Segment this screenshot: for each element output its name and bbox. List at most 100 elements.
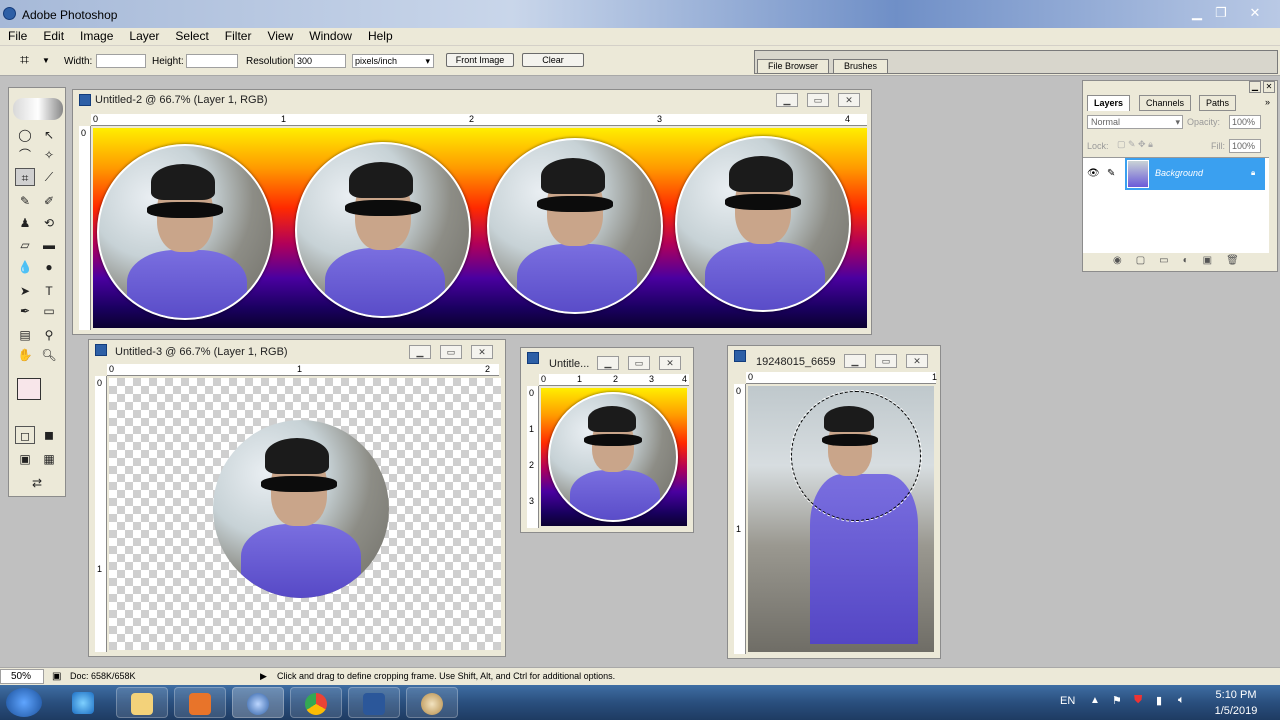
document-canvas[interactable] bbox=[541, 388, 687, 526]
doc-title-bar[interactable]: Untitled-3 @ 66.7% (Layer 1, RGB) ▁ ▭ ✕ bbox=[89, 340, 505, 360]
standard-mode-icon[interactable]: ◻ bbox=[15, 426, 35, 444]
brush-link-icon[interactable]: ✎ bbox=[1107, 168, 1115, 179]
foreground-color-swatch[interactable] bbox=[17, 378, 41, 400]
minimize-icon[interactable]: ▁ bbox=[1186, 6, 1208, 22]
width-field[interactable] bbox=[96, 54, 146, 68]
menu-view[interactable]: View bbox=[259, 29, 301, 43]
menu-edit[interactable]: Edit bbox=[35, 29, 72, 43]
dodge-icon[interactable]: ● bbox=[39, 258, 59, 276]
type-icon[interactable]: T bbox=[39, 282, 59, 300]
history-brush-icon[interactable]: ⟲ bbox=[39, 214, 59, 232]
doc-title-bar[interactable]: 19248015_6659... ▁ ▭ ✕ bbox=[728, 346, 940, 368]
document-canvas[interactable] bbox=[93, 128, 867, 328]
security-warning-icon[interactable]: ⛊ bbox=[1134, 694, 1142, 707]
doc-maximize-button[interactable]: ▭ bbox=[807, 93, 829, 107]
tab-channels[interactable]: Channels bbox=[1139, 95, 1192, 111]
doc-window-photo[interactable]: 19248015_6659... ▁ ▭ ✕ 0 1 0 1 bbox=[727, 345, 941, 659]
menu-window[interactable]: Window bbox=[301, 29, 360, 43]
taskbar-explorer[interactable] bbox=[116, 687, 168, 718]
clear-button[interactable]: Clear bbox=[522, 53, 584, 67]
clone-stamp-icon[interactable]: ♟ bbox=[15, 214, 35, 232]
doc-maximize-button[interactable]: ▭ bbox=[875, 354, 897, 368]
menu-filter[interactable]: Filter bbox=[217, 29, 260, 43]
tab-file-browser[interactable]: File Browser bbox=[757, 59, 830, 74]
pen-icon[interactable]: ✒ bbox=[15, 302, 35, 320]
notes-icon[interactable]: ▤ bbox=[15, 326, 35, 344]
gradient-icon[interactable]: ▬ bbox=[39, 236, 59, 254]
doc-close-button[interactable]: ✕ bbox=[838, 93, 860, 107]
document-canvas[interactable] bbox=[748, 386, 934, 652]
document-canvas[interactable] bbox=[109, 378, 501, 650]
volume-icon[interactable]: 🔈︎ bbox=[1178, 694, 1185, 707]
tab-layers[interactable]: Layers bbox=[1087, 95, 1131, 111]
screen-mode-full-icon[interactable]: ▦ bbox=[39, 450, 59, 468]
elliptical-selection-marquee[interactable] bbox=[790, 390, 922, 522]
blend-mode-select[interactable]: Normal ▾ bbox=[1087, 115, 1183, 129]
front-image-button[interactable]: Front Image bbox=[446, 53, 514, 67]
taskbar-chrome[interactable] bbox=[290, 687, 342, 718]
opacity-field[interactable]: 100% bbox=[1229, 115, 1261, 129]
palette-minimize-button[interactable]: ▁ bbox=[1249, 81, 1261, 93]
move-icon[interactable]: ↖ bbox=[39, 126, 59, 144]
doc-minimize-button[interactable]: ▁ bbox=[776, 93, 798, 107]
doc-minimize-button[interactable]: ▁ bbox=[597, 356, 619, 370]
palette-menu-icon[interactable]: » bbox=[1265, 97, 1270, 107]
brush-icon[interactable]: ✐ bbox=[39, 192, 59, 210]
start-button[interactable] bbox=[6, 688, 42, 717]
eraser-icon[interactable]: ▱ bbox=[15, 236, 35, 254]
doc-close-button[interactable]: ✕ bbox=[659, 356, 681, 370]
doc-close-button[interactable]: ✕ bbox=[906, 354, 928, 368]
tab-brushes[interactable]: Brushes bbox=[833, 59, 889, 74]
resolution-field[interactable]: 300 bbox=[294, 54, 346, 68]
menu-select[interactable]: Select bbox=[167, 29, 216, 43]
menu-image[interactable]: Image bbox=[72, 29, 121, 43]
language-indicator[interactable]: EN bbox=[1060, 695, 1075, 707]
menu-help[interactable]: Help bbox=[360, 29, 401, 43]
lasso-icon[interactable]: ⌒ bbox=[15, 146, 35, 164]
doc-maximize-button[interactable]: ▭ bbox=[628, 356, 650, 370]
taskbar-paint[interactable] bbox=[406, 687, 458, 718]
taskbar-photoshop[interactable] bbox=[232, 687, 284, 718]
layer-actions-bar[interactable]: ◉▢▭◐▣🗑︎ bbox=[1083, 255, 1275, 271]
menu-file[interactable]: File bbox=[0, 29, 35, 43]
network-icon[interactable]: ▮ bbox=[1156, 694, 1162, 707]
doc-close-button[interactable]: ✕ bbox=[471, 345, 493, 359]
slice-icon[interactable]: ⟋ bbox=[39, 168, 59, 186]
crop-icon[interactable]: ⌗ bbox=[15, 168, 35, 186]
marquee-icon[interactable]: ◯ bbox=[15, 126, 35, 144]
restore-icon[interactable]: ❐ bbox=[1210, 6, 1232, 22]
eyedropper-icon[interactable]: ⚲ bbox=[39, 326, 59, 344]
doc-maximize-button[interactable]: ▭ bbox=[440, 345, 462, 359]
doc-window-untitled-2[interactable]: Untitled-2 @ 66.7% (Layer 1, RGB) ▁ ▭ ✕ … bbox=[72, 89, 872, 335]
height-field[interactable] bbox=[186, 54, 238, 68]
resolution-units-select[interactable]: pixels/inch ▾ bbox=[352, 54, 434, 68]
doc-window-untitled-3[interactable]: Untitled-3 @ 66.7% (Layer 1, RGB) ▁ ▭ ✕ … bbox=[88, 339, 506, 657]
play-arrow-icon[interactable]: ▶ bbox=[260, 671, 267, 682]
action-center-flag-icon[interactable]: ⚑ bbox=[1112, 694, 1122, 707]
crop-tool-icon[interactable]: ⌗ bbox=[20, 52, 29, 70]
doc-minimize-button[interactable]: ▁ bbox=[409, 345, 431, 359]
jump-to-imageready-icon[interactable]: ⇄ bbox=[17, 474, 57, 492]
fill-field[interactable]: 100% bbox=[1229, 139, 1261, 153]
hand-icon[interactable]: ✋ bbox=[15, 346, 35, 364]
taskbar-word[interactable] bbox=[348, 687, 400, 718]
zoom-field[interactable]: 50% bbox=[0, 669, 44, 684]
path-selection-icon[interactable]: ➤ bbox=[15, 282, 35, 300]
blur-icon[interactable]: 💧 bbox=[15, 258, 35, 276]
magic-wand-icon[interactable]: ✧ bbox=[39, 146, 59, 164]
healing-brush-icon[interactable]: ✎ bbox=[15, 192, 35, 210]
taskbar-media-player[interactable] bbox=[174, 687, 226, 718]
layer-row-background[interactable]: Background 🔒︎ bbox=[1125, 158, 1265, 190]
palette-close-button[interactable]: ✕ bbox=[1263, 81, 1275, 93]
lock-icons[interactable]: ▢ ✎ ✥ 🔒︎ bbox=[1117, 139, 1177, 153]
menu-layer[interactable]: Layer bbox=[121, 29, 167, 43]
screen-mode-standard-icon[interactable]: ▣ bbox=[15, 450, 35, 468]
zoom-icon[interactable]: 🔍︎ bbox=[39, 346, 59, 364]
doc-minimize-button[interactable]: ▁ bbox=[844, 354, 866, 368]
quick-mask-icon[interactable]: ◼ bbox=[39, 426, 59, 444]
shape-icon[interactable]: ▭ bbox=[39, 302, 59, 320]
taskbar-ie[interactable] bbox=[58, 687, 110, 718]
close-icon[interactable]: ✕ bbox=[1244, 6, 1266, 22]
tool-preset-chevron-icon[interactable]: ▼ bbox=[42, 56, 50, 65]
doc-size[interactable]: Doc: 658K/658K bbox=[70, 671, 136, 681]
